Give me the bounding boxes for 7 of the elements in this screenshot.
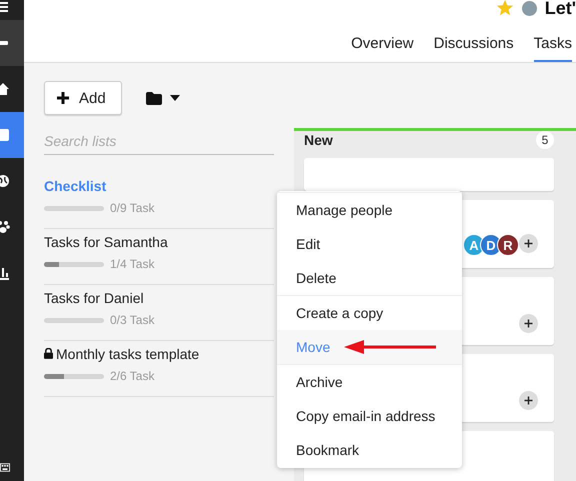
task-count: 0/9 Task: [110, 201, 154, 215]
task-count: 2/6 Task: [110, 369, 154, 383]
task-count: 0/3 Task: [110, 313, 154, 327]
task-count: 1/4 Task: [110, 257, 154, 271]
count-badge: 5: [536, 131, 554, 149]
project-title: Let': [544, 0, 576, 18]
column-title: New: [304, 132, 333, 148]
